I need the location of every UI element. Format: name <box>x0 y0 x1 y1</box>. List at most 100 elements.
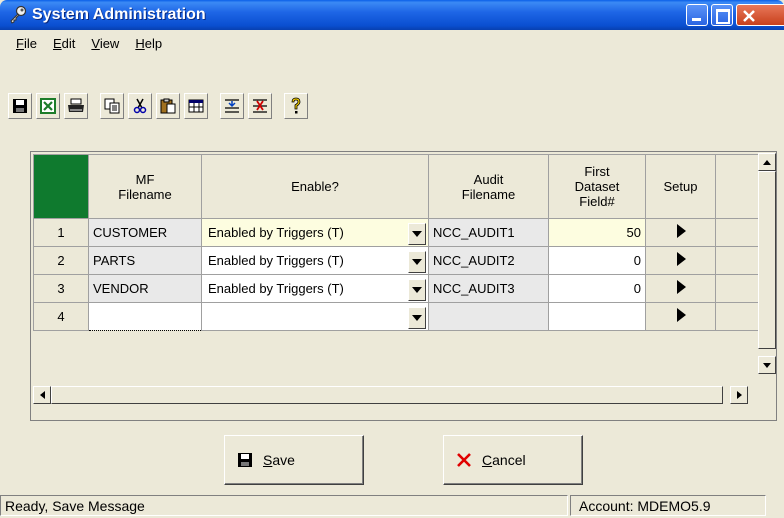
menu-file[interactable]: File <box>8 36 45 51</box>
scroll-thumb-horizontal[interactable] <box>51 386 723 404</box>
mf-filename-cell[interactable]: CUSTOMER <box>88 218 202 247</box>
grid-filler-cell <box>715 302 760 331</box>
enable-value: Enabled by Triggers (T) <box>208 253 344 268</box>
delete-row-button[interactable] <box>248 93 272 119</box>
grid-filler-cell <box>715 246 760 275</box>
delete-row-icon <box>253 99 267 113</box>
arrow-down-icon <box>763 362 771 368</box>
excel-icon <box>40 98 56 114</box>
enable-dropdown-button[interactable] <box>408 279 426 301</box>
enable-dropdown-button[interactable] <box>408 223 426 245</box>
print-button[interactable] <box>64 93 88 119</box>
setup-button[interactable] <box>645 302 716 331</box>
app-window: System Administration File Edit View Hel… <box>0 0 784 518</box>
enable-cell[interactable] <box>201 302 429 331</box>
status-message: Ready, Save Message <box>0 495 568 516</box>
export-excel-button[interactable] <box>36 93 60 119</box>
close-button[interactable] <box>736 4 784 26</box>
indent-icon <box>225 99 239 113</box>
header-first-dataset-field[interactable]: First Dataset Field# <box>548 154 646 219</box>
enable-dropdown-button[interactable] <box>408 307 426 329</box>
grid-view-button[interactable] <box>184 93 208 119</box>
play-arrow-icon <box>676 252 686 266</box>
title-bar[interactable]: System Administration <box>0 0 784 30</box>
cancel-button[interactable]: Cancel <box>443 435 583 485</box>
cut-icon <box>133 98 147 114</box>
help-icon <box>291 97 301 114</box>
header-audit-filename[interactable]: Audit Filename <box>428 154 549 219</box>
header-field-line2: Dataset <box>574 179 620 194</box>
copy-icon <box>104 98 120 114</box>
mf-filename-cell[interactable]: PARTS <box>88 246 202 275</box>
header-mf-filename[interactable]: MF Filename <box>88 154 202 219</box>
insert-row-button[interactable] <box>220 93 244 119</box>
cancel-label-rest: ancel <box>492 452 526 468</box>
enable-value: Enabled by Triggers (T) <box>208 225 344 240</box>
audit-filename-cell[interactable]: NCC_AUDIT1 <box>428 218 549 247</box>
scroll-up-button[interactable] <box>758 153 776 171</box>
setup-button[interactable] <box>645 246 716 275</box>
maximize-button[interactable] <box>711 4 733 26</box>
header-setup[interactable]: Setup <box>645 154 716 219</box>
save-button[interactable]: Save <box>224 435 364 485</box>
scroll-down-button[interactable] <box>758 356 776 374</box>
enable-value: Enabled by Triggers (T) <box>208 281 344 296</box>
menu-file-rest: ile <box>23 35 37 51</box>
toolbar <box>8 93 312 121</box>
vertical-scrollbar[interactable] <box>758 153 776 384</box>
first-field-cell[interactable]: 0 <box>548 246 646 275</box>
audit-filename-cell[interactable] <box>428 302 549 331</box>
copy-button[interactable] <box>100 93 124 119</box>
menu-edit-rest: dit <box>61 35 76 51</box>
header-setup-label: Setup <box>663 179 698 194</box>
paste-icon <box>160 98 176 114</box>
header-filler <box>715 154 760 219</box>
cut-button[interactable] <box>128 93 152 119</box>
row-number: 1 <box>33 218 89 247</box>
setup-button[interactable] <box>645 218 716 247</box>
toolbar-separator <box>212 93 220 121</box>
horizontal-scrollbar[interactable] <box>33 386 758 404</box>
scroll-thumb[interactable] <box>758 171 776 349</box>
help-button[interactable] <box>284 93 308 119</box>
menu-bar: File Edit View Help <box>0 30 784 56</box>
grid-filler-cell <box>715 218 760 247</box>
save-icon <box>238 453 252 467</box>
mf-filename-cell[interactable]: VENDOR <box>88 274 202 303</box>
scroll-right-button[interactable] <box>730 386 748 404</box>
scroll-left-button[interactable] <box>33 386 51 404</box>
first-field-cell[interactable]: 50 <box>548 218 646 247</box>
setup-button[interactable] <box>645 274 716 303</box>
file-grid: MF Filename Enable? Audit Filename First Da… <box>30 151 777 421</box>
save-toolbar-button[interactable] <box>8 93 32 119</box>
enable-dropdown-button[interactable] <box>408 251 426 273</box>
menu-edit[interactable]: Edit <box>45 36 83 51</box>
header-mf-line2: Filename <box>118 186 172 202</box>
minimize-button[interactable] <box>686 4 708 26</box>
table-row[interactable]: 3 VENDOR Enabled by Triggers (T) NCC_AUD… <box>33 274 760 303</box>
table-row[interactable]: 1 CUSTOMER Enabled by Triggers (T) NCC_A… <box>33 218 760 247</box>
chevron-down-icon <box>412 259 422 265</box>
close-icon <box>743 10 755 22</box>
table-row[interactable]: 2 PARTS Enabled by Triggers (T) NCC_AUDI… <box>33 246 760 275</box>
mf-filename-cell[interactable] <box>88 302 202 331</box>
grid-header-row: MF Filename Enable? Audit Filename First Da… <box>33 154 760 219</box>
enable-cell[interactable]: Enabled by Triggers (T) <box>201 246 429 275</box>
audit-filename-cell[interactable]: NCC_AUDIT3 <box>428 274 549 303</box>
cancel-x-icon <box>457 453 471 467</box>
key-icon <box>10 5 27 24</box>
menu-view[interactable]: View <box>83 36 127 51</box>
menu-help[interactable]: Help <box>127 36 170 51</box>
enable-cell[interactable]: Enabled by Triggers (T) <box>201 218 429 247</box>
enable-cell[interactable]: Enabled by Triggers (T) <box>201 274 429 303</box>
first-field-cell[interactable]: 0 <box>548 274 646 303</box>
first-field-cell[interactable] <box>548 302 646 331</box>
header-enable[interactable]: Enable? <box>201 154 429 219</box>
grid-icon <box>188 99 204 113</box>
paste-button[interactable] <box>156 93 180 119</box>
header-audit-line2: Filename <box>461 186 516 202</box>
table-row[interactable]: 4 <box>33 302 760 331</box>
audit-filename-cell[interactable]: NCC_AUDIT2 <box>428 246 549 275</box>
play-arrow-icon <box>676 308 686 322</box>
row-number: 4 <box>33 302 89 331</box>
